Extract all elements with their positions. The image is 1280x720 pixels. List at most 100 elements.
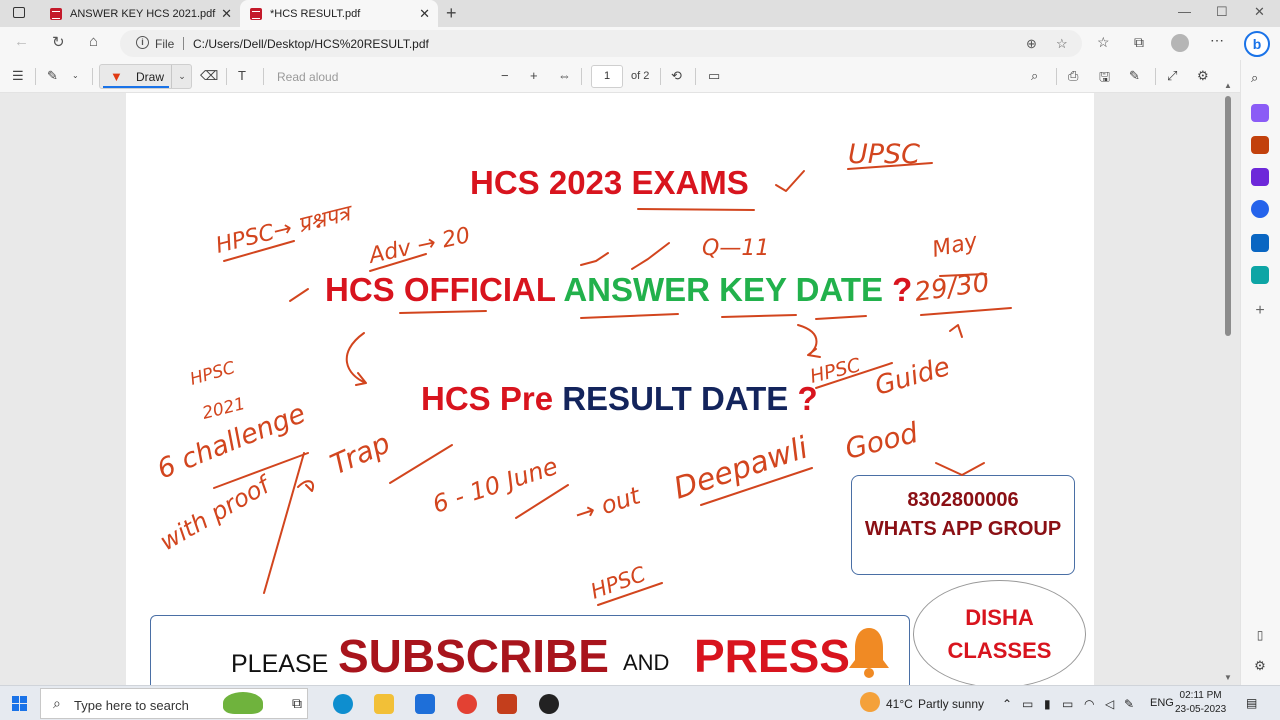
ink-check xyxy=(580,252,609,266)
ink-underline xyxy=(580,313,679,319)
omnibox[interactable]: i File C:/Users/Dell/Desktop/HCS%20RESUL… xyxy=(120,30,1082,57)
add-text-icon[interactable]: T xyxy=(238,68,246,83)
tab-label: ANSWER KEY HCS 2021.pdf xyxy=(70,7,216,20)
mic-icon[interactable]: ▮ xyxy=(1044,697,1051,711)
wifi-icon[interactable]: ◠ xyxy=(1084,697,1094,711)
info-icon[interactable]: i xyxy=(136,36,149,49)
tab-hcs-result[interactable]: *HCS RESULT.pdf ✕ xyxy=(240,0,438,27)
outlook-icon[interactable] xyxy=(1251,234,1269,252)
tab-actions-icon[interactable] xyxy=(13,7,25,18)
ink-may: May xyxy=(930,229,981,263)
divider xyxy=(35,68,36,85)
ink-trap: Trap xyxy=(325,426,394,481)
eraser-icon[interactable]: ⌫ xyxy=(200,68,218,84)
add-icon[interactable]: + xyxy=(1251,302,1269,320)
ink-guide: Guide xyxy=(872,352,954,402)
edge-icon[interactable] xyxy=(333,694,353,714)
url-text[interactable]: C:/Users/Dell/Desktop/HCS%20RESULT.pdf xyxy=(193,37,429,51)
vertical-scrollbar[interactable]: ▲ ▼ xyxy=(1222,81,1234,685)
highlight-icon[interactable]: ✎ xyxy=(47,68,58,84)
new-tab-icon[interactable]: + xyxy=(446,3,457,24)
draw-button[interactable]: ▼ Draw ⌄ xyxy=(99,64,192,89)
zoom-icon[interactable]: ⊕ xyxy=(1026,36,1037,52)
ink-out: → out xyxy=(571,481,645,529)
weather-desc[interactable]: Partly sunny xyxy=(918,697,984,711)
settings-icon[interactable]: ⚙ xyxy=(1251,658,1269,676)
tab-strip: ANSWER KEY HCS 2021.pdf ✕ *HCS RESULT.pd… xyxy=(0,0,1280,27)
fit-to-page-icon[interactable]: ⇔ xyxy=(558,68,571,83)
games-icon[interactable] xyxy=(1251,168,1269,186)
chevron-down-icon[interactable]: ⌄ xyxy=(171,65,192,88)
more-menu-icon[interactable]: ⋯ xyxy=(1210,32,1224,49)
send-icon[interactable] xyxy=(1251,266,1269,284)
minimize-icon[interactable]: — xyxy=(1178,4,1191,19)
pdf-file-icon xyxy=(50,7,62,20)
close-tab-icon[interactable]: ✕ xyxy=(419,6,430,22)
shopping-icon[interactable] xyxy=(1251,104,1269,122)
meet-icon[interactable]: ▭ xyxy=(1022,697,1033,711)
search-icon[interactable]: ⌕ xyxy=(1031,68,1038,84)
clock-time: 02:11 PM xyxy=(1179,690,1222,701)
clock[interactable]: 02:11 PM 23-05-2023 xyxy=(1175,689,1226,717)
divider xyxy=(1155,68,1156,85)
back-icon[interactable]: ← xyxy=(14,33,29,50)
home-icon[interactable]: ⌂ xyxy=(89,33,98,50)
search-placeholder: Type here to search xyxy=(74,698,189,713)
task-view-icon[interactable]: ⧉ xyxy=(292,695,302,712)
save-as-icon[interactable]: ✎ xyxy=(1129,68,1140,84)
scroll-up-icon[interactable]: ▲ xyxy=(1224,81,1232,90)
clock-date: 23-05-2023 xyxy=(1175,704,1227,715)
obs-icon[interactable] xyxy=(539,694,559,714)
page-view-icon[interactable]: ▭ xyxy=(708,68,720,84)
notifications-icon[interactable]: ▤ xyxy=(1246,696,1257,710)
rotate-icon[interactable]: ⟲ xyxy=(671,68,682,84)
ink-upsc: UPSC xyxy=(848,139,920,170)
scroll-down-icon[interactable]: ▼ xyxy=(1224,673,1232,682)
print-icon[interactable]: ⎙ xyxy=(1068,68,1078,84)
zoom-in-icon[interactable]: + xyxy=(530,68,538,83)
tab-answer-key[interactable]: ANSWER KEY HCS 2021.pdf ✕ xyxy=(40,0,240,27)
zoom-out-icon[interactable]: − xyxy=(501,68,509,83)
draw-color-bar xyxy=(103,86,169,88)
divider xyxy=(226,68,227,85)
favorites-icon[interactable]: ☆ xyxy=(1097,34,1110,51)
chevron-down-icon[interactable]: ⌄ xyxy=(72,71,79,80)
mail-icon[interactable] xyxy=(415,694,435,714)
powerpoint-icon[interactable] xyxy=(497,694,517,714)
refresh-icon[interactable]: ↻ xyxy=(52,33,65,51)
profile-avatar[interactable] xyxy=(1171,34,1189,52)
collections-icon[interactable]: ⧉ xyxy=(1134,34,1144,51)
fullscreen-icon[interactable]: ⤢ xyxy=(1167,68,1177,84)
tools-icon[interactable] xyxy=(1251,136,1269,154)
edge-sidebar: ⌕ + ▯ ⚙ xyxy=(1240,60,1280,685)
taskbar-search[interactable]: ⌕ Type here to search xyxy=(40,688,308,719)
draw-label: Draw xyxy=(136,70,165,84)
page-number-input[interactable]: 1 xyxy=(591,65,623,88)
ink-check xyxy=(631,242,670,270)
contents-icon[interactable]: ☰ xyxy=(12,68,24,84)
weather-temp[interactable]: 41°C xyxy=(886,697,913,711)
volume-icon[interactable]: ◁ xyxy=(1105,697,1114,711)
address-bar: ← ↻ ⌂ i File C:/Users/Dell/Desktop/HCS%2… xyxy=(0,27,1280,60)
search-icon[interactable]: ⌕ xyxy=(1251,70,1269,88)
weather-icon[interactable] xyxy=(860,692,880,712)
close-window-icon[interactable]: ✕ xyxy=(1254,4,1265,20)
chevron-up-icon[interactable]: ⌃ xyxy=(1002,697,1012,711)
pen-icon[interactable]: ✎ xyxy=(1124,697,1134,711)
maximize-icon[interactable]: ☐ xyxy=(1216,4,1228,20)
close-tab-icon[interactable]: ✕ xyxy=(221,6,232,22)
scroll-thumb[interactable] xyxy=(1225,96,1231,336)
chrome-icon[interactable] xyxy=(457,694,477,714)
hide-sidebar-icon[interactable]: ▯ xyxy=(1251,628,1269,646)
start-button[interactable] xyxy=(12,696,27,711)
divider xyxy=(263,68,264,85)
favorite-add-icon[interactable]: ☆ xyxy=(1056,36,1068,52)
save-icon[interactable]: 🖫 xyxy=(1099,68,1110,90)
settings-icon[interactable]: ⚙ xyxy=(1197,68,1209,84)
battery-icon[interactable]: ▭ xyxy=(1062,697,1073,711)
read-aloud-button[interactable]: Read aloud xyxy=(277,70,338,84)
file-explorer-icon[interactable] xyxy=(374,694,394,714)
office-icon[interactable] xyxy=(1251,200,1269,218)
bing-chat-icon[interactable]: b xyxy=(1244,31,1270,57)
language-indicator[interactable]: ENG xyxy=(1150,697,1174,709)
